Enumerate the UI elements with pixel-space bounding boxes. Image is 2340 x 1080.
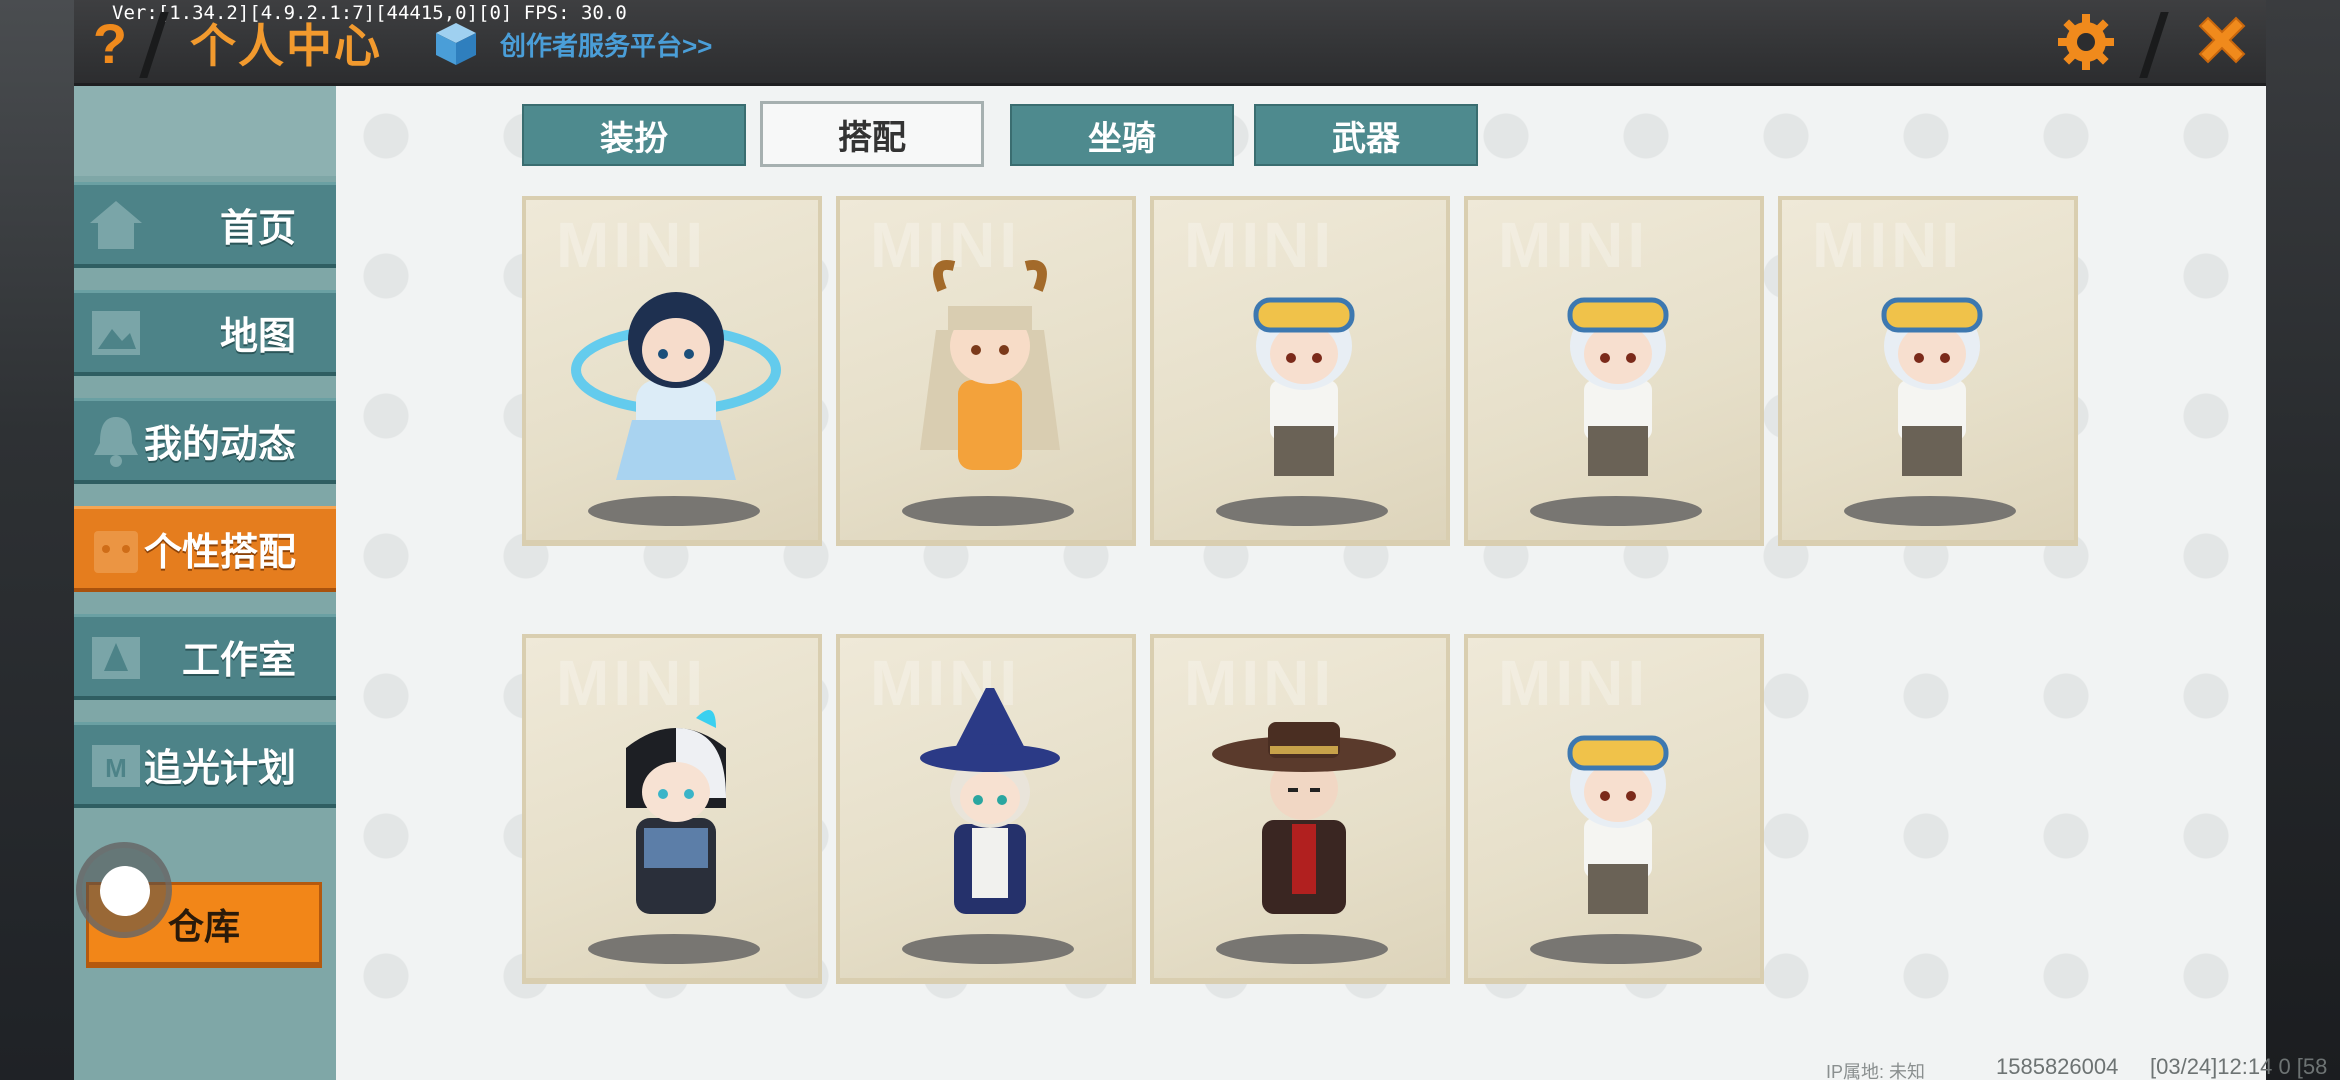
character-goggles-boy [1253, 297, 1355, 476]
character-goggles-boy [1881, 297, 1983, 476]
outfit-card[interactable]: MINI [522, 196, 822, 546]
outfit-card[interactable]: MINI [1464, 196, 1764, 546]
character-horned-orange-girl [920, 260, 1060, 470]
character-shadow [1216, 934, 1388, 964]
gear-icon[interactable] [2054, 10, 2118, 74]
sidebar-item-label: 追光计划 [143, 748, 296, 790]
bell-icon [94, 417, 138, 467]
sidebar-item-label: 个性搭配 [143, 532, 296, 574]
sidebar-item-feed[interactable]: 我的动态 [74, 398, 336, 484]
close-icon[interactable] [2190, 12, 2254, 76]
sidebar-item-light-plan[interactable]: M 追光计划 [74, 722, 336, 808]
wardrobe-icon [94, 531, 138, 573]
character-goggles-boy [1567, 735, 1669, 914]
warehouse-button-label: 仓库 [167, 905, 240, 947]
home-icon [90, 201, 142, 249]
outfit-card[interactable]: MINI [836, 196, 1136, 546]
tab-outfit[interactable]: 搭配 [760, 101, 984, 167]
sidebar-item-outfit[interactable]: 个性搭配 [74, 506, 336, 592]
character-wizard-hat-boy [920, 688, 1060, 914]
tab-label: 武器 [1332, 119, 1400, 158]
character-armored-white-hair [626, 710, 726, 914]
light-plan-icon: M [92, 745, 140, 787]
svg-text:M: M [105, 753, 127, 783]
character-shadow [588, 934, 760, 964]
sidebar-item-studio[interactable]: 工作室 [74, 614, 336, 700]
outfit-card[interactable]: MINI [1464, 634, 1764, 984]
touch-indicator-dot [100, 866, 150, 916]
page-title: 个人中心 [190, 20, 382, 72]
tab-weapon[interactable]: 武器 [1254, 104, 1478, 166]
help-button[interactable]: ? [86, 14, 134, 74]
character-goggles-boy [1567, 297, 1669, 476]
character-shadow [1530, 496, 1702, 526]
creator-cube-icon [436, 23, 476, 65]
character-shadow [1844, 496, 2016, 526]
outfit-card[interactable]: MINI [836, 634, 1136, 984]
sidebar-item-label: 首页 [219, 208, 296, 250]
sidebar-item-home[interactable]: 首页 [74, 182, 336, 268]
character-blue-ribbon-girl [571, 292, 781, 480]
tab-label: 装扮 [600, 119, 668, 158]
outfit-card[interactable]: MINI [1150, 196, 1450, 546]
sidebar-item-label: 我的动态 [143, 424, 296, 466]
sidebar-top-space [74, 86, 336, 176]
outfit-card[interactable]: MINI [522, 634, 822, 984]
character-shadow [588, 496, 760, 526]
sidebar-item-map[interactable]: 地图 [74, 290, 336, 376]
tab-label: 搭配 [838, 118, 906, 157]
map-icon [92, 311, 140, 355]
character-cowboy-hat-man [1212, 722, 1396, 914]
studio-icon [92, 637, 140, 679]
sidebar-item-label: 地图 [219, 316, 296, 358]
background-scene-right [2266, 0, 2340, 1080]
ip-location-label: IP属地: 未知 [1826, 1062, 1926, 1080]
character-shadow [1530, 934, 1702, 964]
timestamp: [03/24]12:14 0 [58 [2150, 1054, 2328, 1079]
sidebar-item-label: 工作室 [181, 640, 296, 682]
character-shadow [1216, 496, 1388, 526]
tab-mount[interactable]: 坐骑 [1010, 104, 1234, 166]
character-shadow [902, 934, 1074, 964]
background-scene-left [0, 0, 74, 1080]
outfit-card[interactable]: MINI [1150, 634, 1450, 984]
tab-costume[interactable]: 装扮 [522, 104, 746, 166]
character-shadow [902, 496, 1074, 526]
creator-platform-link[interactable]: 创作者服务平台>> [500, 26, 712, 63]
outfit-card[interactable]: MINI [1778, 196, 2078, 546]
user-id: 1585826004 [1996, 1054, 2119, 1079]
outfit-panel: 装扮 搭配 坐骑 武器 MINI MINI MINI MINI MINI MIN… [336, 86, 2266, 1080]
tab-label: 坐骑 [1088, 119, 1156, 158]
